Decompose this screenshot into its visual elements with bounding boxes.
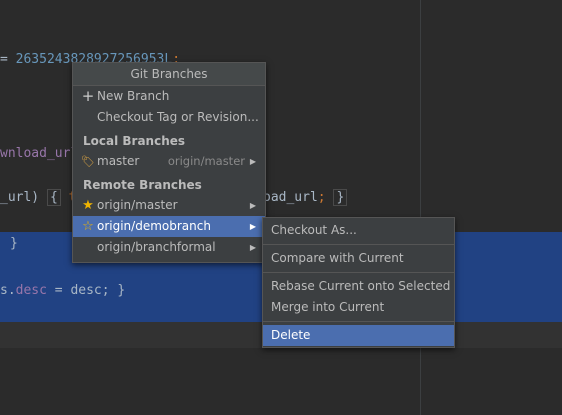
chevron-right-icon: ▶ xyxy=(249,201,256,210)
code-param: _url) xyxy=(0,190,40,205)
menu-separator xyxy=(263,244,454,245)
branch-name: origin/branchformal xyxy=(97,240,216,254)
star-outline-icon: ☆ xyxy=(82,219,94,234)
git-branches-popup: Git Branches + New Branch Checkout Tag o… xyxy=(72,62,266,263)
checkout-as-item[interactable]: Checkout As... xyxy=(263,220,454,241)
plus-icon: + xyxy=(81,87,95,105)
new-branch-label: New Branch xyxy=(97,89,170,103)
code-brace-close: } xyxy=(333,189,348,206)
chevron-right-icon: ▶ xyxy=(249,222,256,231)
remote-branch-origin-master[interactable]: ★ origin/master ▶ xyxy=(73,195,265,216)
branch-name: master xyxy=(97,154,140,168)
remote-branch-origin-demobranch[interactable]: ☆ origin/demobranch ▶ xyxy=(73,216,265,237)
tracking-branch: origin/master xyxy=(167,154,245,168)
code-brace: } xyxy=(10,236,18,251)
compare-with-current-item[interactable]: Compare with Current xyxy=(263,248,454,269)
delete-item[interactable]: Delete xyxy=(263,325,454,346)
remote-branch-origin-branchformal[interactable]: origin/branchformal ▶ xyxy=(73,237,265,258)
code-line-setter-right: oad_url; } xyxy=(263,189,348,207)
menu-separator xyxy=(263,272,454,273)
code-operator: = xyxy=(0,52,16,67)
remote-branches-header: Remote Branches xyxy=(83,178,202,192)
code-param-tail: oad_url xyxy=(263,190,318,205)
menu-separator xyxy=(263,321,454,322)
rebase-item[interactable]: Rebase Current onto Selected xyxy=(263,276,454,297)
branch-name: origin/demobranch xyxy=(97,219,211,233)
chevron-right-icon: ▶ xyxy=(249,157,256,166)
code-brace: } xyxy=(117,283,126,298)
code-assign: = desc; xyxy=(46,283,118,298)
right-margin-guide xyxy=(420,0,421,415)
code-line-download-url: wnload_url xyxy=(0,145,78,163)
code-field: desc xyxy=(15,283,47,298)
code-line-close-brace: } xyxy=(10,235,18,253)
chevron-right-icon: ▶ xyxy=(249,243,256,252)
new-branch-item[interactable]: + New Branch xyxy=(73,86,265,107)
code-line-desc: s.desc = desc; } xyxy=(0,282,125,300)
checkout-tag-label: Checkout Tag or Revision... xyxy=(97,110,259,124)
tag-icon: 🏷 xyxy=(81,155,95,168)
code-brace-open: { xyxy=(46,189,61,206)
checkout-tag-item[interactable]: Checkout Tag or Revision... xyxy=(73,107,265,128)
code-this: s. xyxy=(0,283,16,298)
local-branches-header: Local Branches xyxy=(83,134,186,148)
star-icon: ★ xyxy=(82,198,94,213)
branch-actions-submenu: Checkout As... Compare with Current Reba… xyxy=(262,217,455,348)
ide-window: = 2635243828927256953L; wnload_url _url)… xyxy=(0,0,562,415)
code-semicolon: ; xyxy=(317,190,326,205)
popup-title: Git Branches xyxy=(73,63,265,86)
branch-name: origin/master xyxy=(97,198,178,212)
merge-item[interactable]: Merge into Current xyxy=(263,297,454,318)
local-branch-master[interactable]: 🏷 master origin/master ▶ xyxy=(73,151,265,172)
code-field: wnload_url xyxy=(0,146,79,161)
